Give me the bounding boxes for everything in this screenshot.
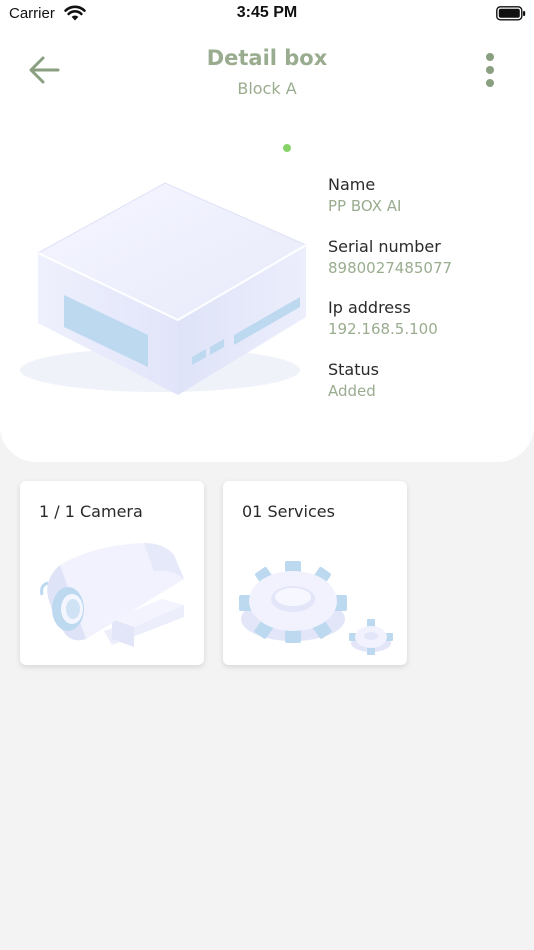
- gears-illustration: [239, 561, 393, 655]
- camera-illustration: [40, 543, 184, 647]
- battery-icon: [496, 6, 526, 21]
- ip-address-value: 192.168.5.100: [328, 320, 438, 338]
- services-tile-label: 01 Services: [242, 502, 335, 521]
- mini-pc-box-illustration: [20, 182, 308, 395]
- detail-box-screen: Carrier 3:45 PM Detail box Block A Name …: [0, 0, 534, 950]
- name-value: PP BOX AI: [328, 197, 402, 215]
- info-row-status: Status Added: [328, 359, 528, 421]
- more-options-button[interactable]: [476, 50, 504, 90]
- device-info: Name PP BOX AI Serial number 89800274850…: [328, 174, 528, 420]
- status-value: Added: [328, 381, 376, 400]
- status-bar: Carrier 3:45 PM: [0, 0, 534, 30]
- camera-tile[interactable]: 1 / 1 Camera: [20, 481, 204, 665]
- status-label: Status: [328, 359, 379, 379]
- ip-address-label: Ip address: [328, 298, 411, 317]
- services-tile[interactable]: 01 Services: [223, 481, 407, 665]
- camera-tile-label: 1 / 1 Camera: [39, 502, 143, 521]
- info-row-name: Name PP BOX AI: [328, 174, 528, 236]
- serial-number-label: Serial number: [328, 236, 441, 256]
- name-label: Name: [328, 175, 376, 194]
- status-time: 3:45 PM: [236, 4, 298, 21]
- online-indicator: [283, 144, 291, 152]
- info-row-serial: Serial number 8980027485077: [328, 236, 528, 298]
- serial-number-value: 8980027485077: [328, 258, 453, 277]
- info-row-ip: Ip address 192.168.5.100: [328, 297, 528, 359]
- more-vertical-icon: [486, 53, 494, 87]
- page-subtitle: Block A: [237, 79, 297, 98]
- page-title: Detail box: [206, 46, 328, 70]
